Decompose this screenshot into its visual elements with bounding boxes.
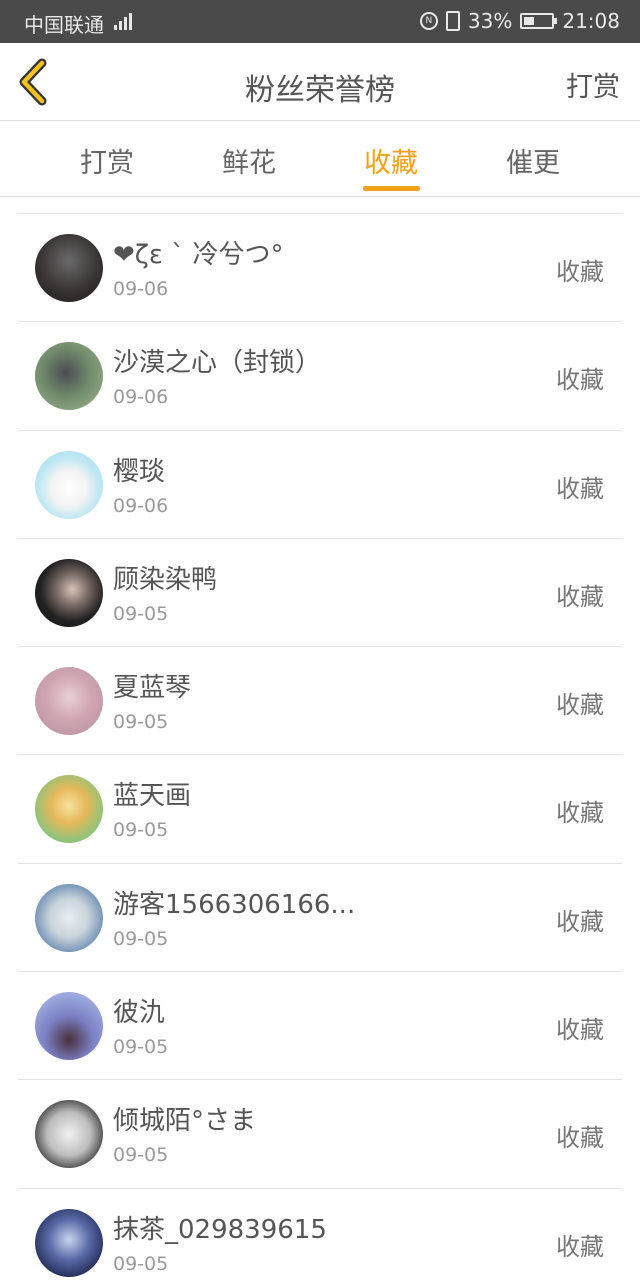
avatar xyxy=(35,775,103,844)
fan-name: 游客1566306166... xyxy=(113,889,356,920)
list-item[interactable]: 彼氿 09-05 收藏 xyxy=(18,972,622,1081)
fan-name: 顾染染鸭 xyxy=(113,564,218,595)
list-item[interactable]: 抹茶_029839615 09-05 收藏 xyxy=(18,1189,622,1280)
fan-name: 夏蓝琴 xyxy=(113,673,192,704)
reward-button[interactable]: 打赏 xyxy=(566,65,620,104)
tab-bar: 打赏 鲜花 收藏 催更 xyxy=(0,121,640,197)
avatar xyxy=(35,342,103,411)
fan-action: 收藏 xyxy=(556,1016,604,1045)
avatar xyxy=(35,883,103,952)
list-item[interactable]: 蓝天画 09-05 收藏 xyxy=(18,755,622,864)
avatar xyxy=(35,234,103,302)
fan-action: 收藏 xyxy=(556,582,604,611)
fan-action: 收藏 xyxy=(556,366,604,395)
fan-date: 09-06 xyxy=(113,278,169,300)
avatar xyxy=(35,1208,103,1277)
fan-name: 抹茶_029839615 xyxy=(113,1214,327,1245)
tab-reward[interactable]: 打赏 xyxy=(47,141,167,180)
fan-date: 09-05 xyxy=(113,1036,169,1059)
fan-name: ❤ζε ` 冷兮つ° xyxy=(113,240,284,270)
list-item[interactable]: 倾城陌°さま 09-05 收藏 xyxy=(18,1080,622,1189)
list-item[interactable]: ❤ζε ` 冷兮つ° 09-06 收藏 xyxy=(18,214,622,323)
fan-action: 收藏 xyxy=(556,691,604,720)
list-item[interactable]: 顾染染鸭 09-05 收藏 xyxy=(18,539,622,648)
battery-icon xyxy=(520,13,558,29)
fan-date: 09-05 xyxy=(113,1144,169,1167)
carrier-label: 中国联通 xyxy=(24,13,104,37)
fan-list: ❤ζε ` 冷兮つ° 09-06 收藏 沙漠之心（封锁） 09-06 收藏 樱琰… xyxy=(18,213,622,1280)
fan-name: 彼氿 xyxy=(113,998,166,1029)
fan-name: 蓝天画 xyxy=(113,781,192,812)
fan-date: 09-06 xyxy=(113,494,169,517)
fan-name: 樱琰 xyxy=(113,456,166,487)
fan-action: 收藏 xyxy=(556,474,604,503)
signal-icon xyxy=(114,10,132,30)
clock: 21:08 xyxy=(562,9,620,33)
vibrate-icon xyxy=(445,11,460,31)
fan-date: 09-05 xyxy=(113,1252,169,1275)
fan-action: 收藏 xyxy=(556,799,604,828)
active-tab-indicator xyxy=(363,186,420,191)
fan-date: 09-05 xyxy=(113,602,169,625)
fan-date: 09-05 xyxy=(113,927,169,950)
battery-percent: 33% xyxy=(467,9,513,33)
fan-name: 沙漠之心（封锁） xyxy=(113,348,322,379)
list-item[interactable]: 游客1566306166... 09-05 收藏 xyxy=(18,864,622,973)
tab-urge-update[interactable]: 催更 xyxy=(473,141,593,180)
avatar xyxy=(35,450,103,519)
status-bar: 中国联通 N 33% 21:08 xyxy=(0,0,640,43)
fan-action: 收藏 xyxy=(556,907,604,936)
top-navigation-bar: 粉丝荣誉榜 打赏 xyxy=(0,43,640,121)
avatar xyxy=(35,667,103,736)
tab-favorites[interactable]: 收藏 xyxy=(331,141,451,180)
avatar xyxy=(35,992,103,1061)
tab-flowers[interactable]: 鲜花 xyxy=(189,141,309,180)
nfc-icon: N xyxy=(419,12,438,30)
list-item[interactable]: 樱琰 09-06 收藏 xyxy=(18,431,622,539)
fan-action: 收藏 xyxy=(556,258,604,286)
list-item[interactable]: 沙漠之心（封锁） 09-06 收藏 xyxy=(18,322,622,431)
fan-date: 09-06 xyxy=(113,386,169,409)
fan-date: 09-05 xyxy=(113,819,169,842)
page-title: 粉丝荣誉榜 xyxy=(245,73,395,108)
fan-action: 收藏 xyxy=(556,1124,604,1153)
fan-date: 09-05 xyxy=(113,711,169,734)
fan-action: 收藏 xyxy=(556,1232,604,1261)
avatar xyxy=(35,1100,103,1169)
avatar xyxy=(35,558,103,627)
list-item[interactable]: 夏蓝琴 09-05 收藏 xyxy=(18,647,622,756)
fan-name: 倾城陌°さま xyxy=(113,1106,257,1137)
